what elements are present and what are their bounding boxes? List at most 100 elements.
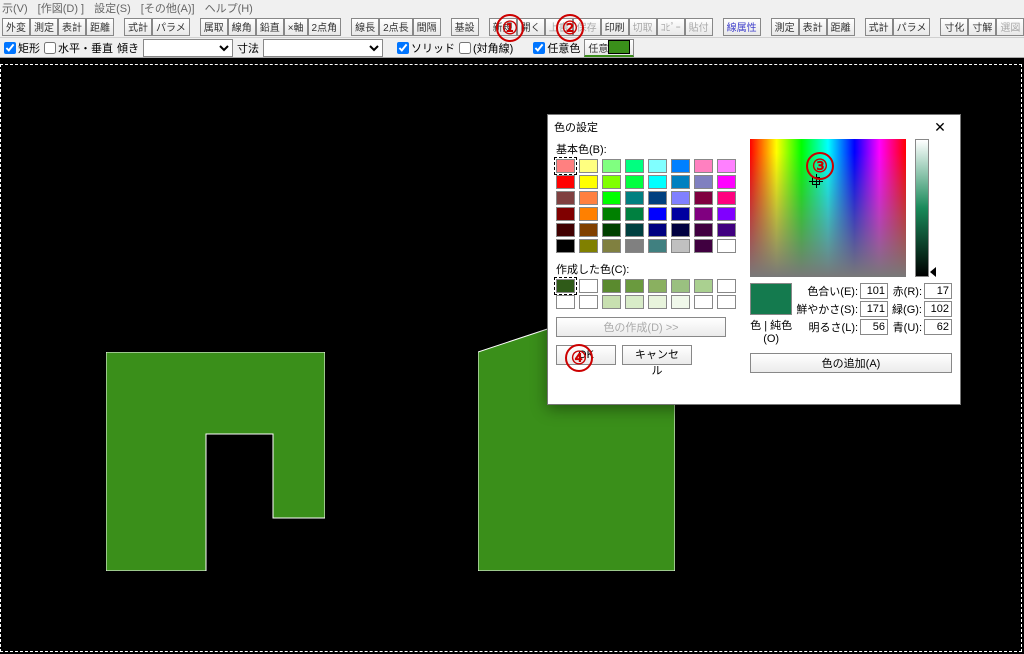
menu-help[interactable]: ヘルプ(H) [205,0,253,16]
tb-sencho[interactable]: 線長 [351,18,379,36]
basic-swatch[interactable] [579,175,598,189]
red-input[interactable] [924,283,952,299]
tb-hyokei1[interactable]: 表計 [58,18,86,36]
opt-arbcol[interactable]: 任意色 [533,40,580,56]
basic-swatch[interactable] [717,175,736,189]
opt-solid[interactable]: ソリッド [397,40,455,56]
lum-input[interactable] [860,319,888,335]
custom-swatch[interactable] [556,295,575,309]
menu-draw[interactable]: [作図(D) ] [38,0,84,16]
green-input[interactable] [924,301,952,317]
tb-uwagaki[interactable]: 上書 [545,18,573,36]
basic-swatch[interactable] [602,239,621,253]
basic-swatch[interactable] [671,175,690,189]
cancel-button[interactable]: キャンセル [622,345,692,365]
tb-xjiku[interactable]: ×軸 [284,18,308,36]
tb-enchoku[interactable]: 鉛直 [256,18,284,36]
tb-shiki1[interactable]: 式計 [124,18,152,36]
basic-swatch[interactable] [694,239,713,253]
basic-swatch[interactable] [648,191,667,205]
basic-swatch[interactable] [579,207,598,221]
ok-button[interactable]: OK [556,345,616,365]
basic-swatch[interactable] [671,159,690,173]
tb-kisetsu[interactable]: 基設 [451,18,479,36]
basic-swatch[interactable] [671,207,690,221]
custom-swatch[interactable] [556,279,575,293]
add-color-button[interactable]: 色の追加(A) [750,353,952,373]
tb-shiki2[interactable]: 式計 [865,18,893,36]
tb-sokutei1[interactable]: 測定 [30,18,58,36]
tb-2tenkaku[interactable]: 2点角 [308,18,342,36]
tb-senzu[interactable]: 選図 [996,18,1024,36]
custom-swatch[interactable] [602,295,621,309]
basic-swatch[interactable] [648,159,667,173]
custom-swatch[interactable] [671,295,690,309]
opt-tilt-combo[interactable] [143,39,233,57]
basic-swatch[interactable] [602,207,621,221]
basic-swatch[interactable] [579,239,598,253]
basic-swatch[interactable] [625,159,644,173]
basic-swatch[interactable] [717,207,736,221]
tb-copy[interactable]: ｺﾋﾟｰ [657,18,685,36]
basic-swatch[interactable] [602,223,621,237]
tb-kyori1[interactable]: 距離 [86,18,114,36]
tb-paste[interactable]: 貼付 [685,18,713,36]
custom-swatch[interactable] [625,279,644,293]
tb-hozon[interactable]: 保存 [573,18,601,36]
custom-swatch[interactable] [625,295,644,309]
basic-swatch[interactable] [717,239,736,253]
basic-swatch[interactable] [625,191,644,205]
basic-swatch[interactable] [694,175,713,189]
basic-swatch[interactable] [671,191,690,205]
hue-input[interactable] [860,283,888,299]
basic-swatch[interactable] [625,175,644,189]
opt-hv[interactable]: 水平・垂直 [44,40,113,56]
basic-swatch[interactable] [602,175,621,189]
luminance-bar[interactable] [915,139,929,277]
custom-swatch[interactable] [602,279,621,293]
tb-kiritori[interactable]: 切取 [629,18,657,36]
opt-rect[interactable]: 矩形 [4,40,40,56]
sat-input[interactable] [860,301,888,317]
tb-kyori2[interactable]: 距離 [827,18,855,36]
basic-swatch[interactable] [602,191,621,205]
basic-swatch[interactable] [648,223,667,237]
tb-insatsu[interactable]: 印刷 [601,18,629,36]
basic-swatch[interactable] [579,159,598,173]
basic-swatch[interactable] [717,223,736,237]
tb-hiraku[interactable]: 開く [517,18,545,36]
opt-diag[interactable]: (対角線) [459,40,513,56]
basic-swatch[interactable] [694,207,713,221]
custom-swatch[interactable] [694,295,713,309]
tb-sunkai[interactable]: 寸解 [968,18,996,36]
custom-swatch[interactable] [717,279,736,293]
blue-input[interactable] [924,319,952,335]
basic-swatch[interactable] [602,159,621,173]
opt-arbcol-btn[interactable]: 任意 [584,39,634,57]
tb-kankaku[interactable]: 間隔 [413,18,441,36]
custom-swatch[interactable] [648,279,667,293]
basic-swatch[interactable] [579,223,598,237]
tb-senzokusei[interactable]: 線属性 [723,18,761,36]
custom-swatch[interactable] [717,295,736,309]
tb-param1[interactable]: パラメ [152,18,190,36]
menu-view[interactable]: 示(V) [2,0,28,16]
opt-dim-combo[interactable] [263,39,383,57]
tb-zokutori[interactable]: 属取 [200,18,228,36]
tb-shinki[interactable]: 新規 [489,18,517,36]
close-button[interactable]: ✕ [926,117,954,137]
basic-swatch[interactable] [625,223,644,237]
menu-settings[interactable]: 設定(S) [94,0,131,16]
custom-swatch[interactable] [579,279,598,293]
basic-swatch[interactable] [556,175,575,189]
basic-swatch[interactable] [694,159,713,173]
tb-param2[interactable]: パラメ [893,18,931,36]
basic-swatch[interactable] [579,191,598,205]
basic-swatch[interactable] [625,239,644,253]
custom-swatch[interactable] [579,295,598,309]
custom-swatch[interactable] [694,279,713,293]
color-picker-field[interactable] [750,139,906,277]
basic-swatch[interactable] [556,239,575,253]
basic-swatch[interactable] [694,223,713,237]
tb-2tencho[interactable]: 2点長 [379,18,413,36]
